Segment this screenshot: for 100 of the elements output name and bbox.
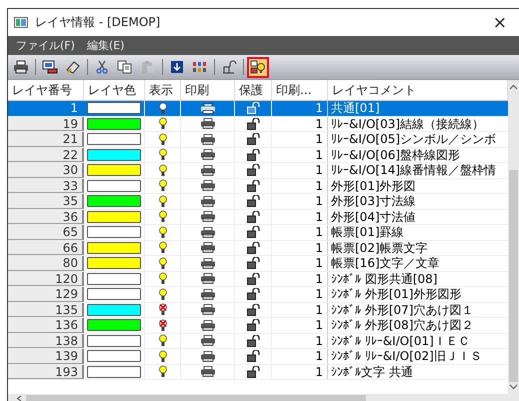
padlock-icon[interactable] — [246, 288, 260, 300]
light-bulb-icon[interactable] — [158, 102, 168, 115]
scroll-down-icon[interactable] — [509, 384, 518, 390]
printer-icon[interactable] — [200, 134, 216, 145]
padlock-icon[interactable] — [246, 304, 260, 316]
light-bulb-icon[interactable] — [158, 272, 168, 286]
layer-number-cell[interactable]: 22 — [8, 148, 84, 162]
printer-icon[interactable] — [200, 288, 216, 300]
light-bulb-icon[interactable] — [158, 210, 168, 224]
bulb-off-icon[interactable] — [158, 303, 168, 316]
padlock-icon[interactable] — [246, 210, 260, 223]
layer-number-cell[interactable]: 65 — [8, 225, 84, 240]
light-bulb-icon[interactable] — [158, 194, 168, 208]
scroll-left-icon[interactable] — [16, 394, 22, 401]
printer-icon[interactable] — [200, 273, 216, 284]
printer-icon[interactable] — [200, 102, 216, 114]
padlock-icon[interactable] — [246, 319, 260, 332]
color-swatch[interactable] — [87, 180, 141, 192]
layer-number-cell[interactable]: 138 — [8, 334, 84, 348]
printer-icon[interactable] — [200, 320, 216, 331]
color-swatch[interactable] — [87, 148, 141, 161]
printer-icon[interactable] — [200, 242, 216, 254]
light-bulb-icon[interactable] — [158, 288, 168, 301]
layer-number-cell[interactable]: 35 — [8, 194, 84, 208]
color-swatch[interactable] — [87, 242, 141, 254]
light-bulb-icon[interactable] — [158, 334, 168, 348]
padlock-icon[interactable] — [246, 242, 260, 254]
padlock-icon[interactable] — [246, 366, 260, 378]
color-swatch[interactable] — [87, 133, 141, 146]
menu-item[interactable]: 編集(E) — [86, 38, 124, 53]
close-button[interactable]: × — [492, 12, 519, 32]
color-swatch[interactable] — [87, 319, 141, 332]
column-header[interactable]: 保護 — [235, 80, 272, 100]
printer-icon[interactable] — [200, 164, 216, 176]
printer-icon[interactable] — [200, 118, 216, 130]
layer-number-cell[interactable]: 30 — [8, 163, 84, 178]
padlock-icon[interactable] — [246, 164, 260, 176]
padlock-icon[interactable] — [246, 133, 260, 146]
color-swatch[interactable] — [87, 334, 141, 347]
padlock-icon[interactable] — [246, 257, 260, 270]
layer-number-cell[interactable]: 19 — [8, 116, 84, 131]
padlock-icon[interactable] — [246, 272, 260, 285]
bulb-off-icon[interactable] — [158, 318, 168, 332]
color-swatch[interactable] — [87, 288, 141, 300]
light-bulb-icon[interactable] — [158, 132, 168, 146]
light-bulb-icon[interactable] — [158, 241, 168, 254]
light-bulb-icon[interactable] — [158, 226, 168, 239]
layer-number-cell[interactable]: 139 — [8, 349, 84, 364]
color-swatch[interactable] — [87, 118, 141, 130]
printer-icon[interactable] — [200, 226, 216, 238]
printer-icon[interactable] — [200, 149, 216, 160]
layer-number-cell[interactable]: 135 — [8, 302, 84, 317]
light-bulb-icon[interactable] — [158, 365, 168, 378]
layer-number-cell[interactable]: 66 — [8, 240, 84, 255]
color-swatch[interactable] — [87, 272, 141, 285]
printer-icon[interactable] — [200, 258, 216, 269]
layer-number-cell[interactable]: 136 — [8, 318, 84, 332]
layer-number-cell[interactable]: 21 — [8, 132, 84, 146]
printer-icon[interactable] — [200, 335, 216, 346]
column-header[interactable]: 印刷... — [272, 80, 328, 100]
column-header[interactable]: 表示 — [145, 80, 181, 100]
color-swatch[interactable] — [87, 366, 141, 378]
toolbar-button[interactable] — [247, 56, 269, 78]
printer-icon[interactable] — [200, 211, 216, 222]
printer-icon[interactable] — [200, 180, 216, 192]
color-swatch[interactable] — [87, 102, 141, 114]
column-header[interactable]: レイヤ番号 — [8, 80, 84, 100]
color-swatch[interactable] — [87, 164, 141, 176]
menu-item[interactable]: ファイル(F) — [16, 38, 75, 53]
printer-icon[interactable] — [200, 350, 216, 362]
vertical-scrollbar[interactable] — [508, 80, 519, 394]
color-swatch[interactable] — [87, 304, 141, 316]
padlock-icon[interactable] — [246, 334, 260, 347]
layer-number-cell[interactable]: 33 — [8, 178, 84, 193]
layer-number-cell[interactable]: 36 — [8, 210, 84, 224]
horizontal-scrollbar[interactable] — [8, 394, 519, 401]
padlock-icon[interactable] — [246, 148, 260, 161]
layer-number-cell[interactable]: 120 — [8, 272, 84, 286]
column-header[interactable]: 印刷 — [181, 80, 235, 100]
light-bulb-icon[interactable] — [158, 350, 168, 363]
color-swatch[interactable] — [87, 257, 141, 270]
printer-icon[interactable] — [200, 366, 216, 378]
color-swatch[interactable] — [87, 210, 141, 223]
padlock-icon[interactable] — [246, 350, 260, 362]
padlock-icon[interactable] — [246, 118, 260, 130]
layer-number-cell[interactable]: 129 — [8, 287, 84, 302]
light-bulb-icon[interactable] — [158, 117, 168, 130]
light-bulb-icon[interactable] — [158, 179, 168, 192]
padlock-icon[interactable] — [246, 226, 260, 238]
printer-icon[interactable] — [200, 196, 216, 207]
padlock-icon[interactable] — [246, 195, 260, 208]
light-bulb-icon[interactable] — [158, 148, 168, 162]
color-swatch[interactable] — [87, 226, 141, 238]
layer-number-cell[interactable]: 80 — [8, 256, 84, 270]
light-bulb-icon[interactable] — [158, 164, 168, 177]
light-bulb-icon[interactable] — [158, 256, 168, 270]
color-swatch[interactable] — [87, 195, 141, 208]
padlock-icon[interactable] — [246, 180, 260, 192]
column-header[interactable]: レイヤ色 — [84, 80, 145, 100]
printer-icon[interactable] — [200, 304, 216, 316]
